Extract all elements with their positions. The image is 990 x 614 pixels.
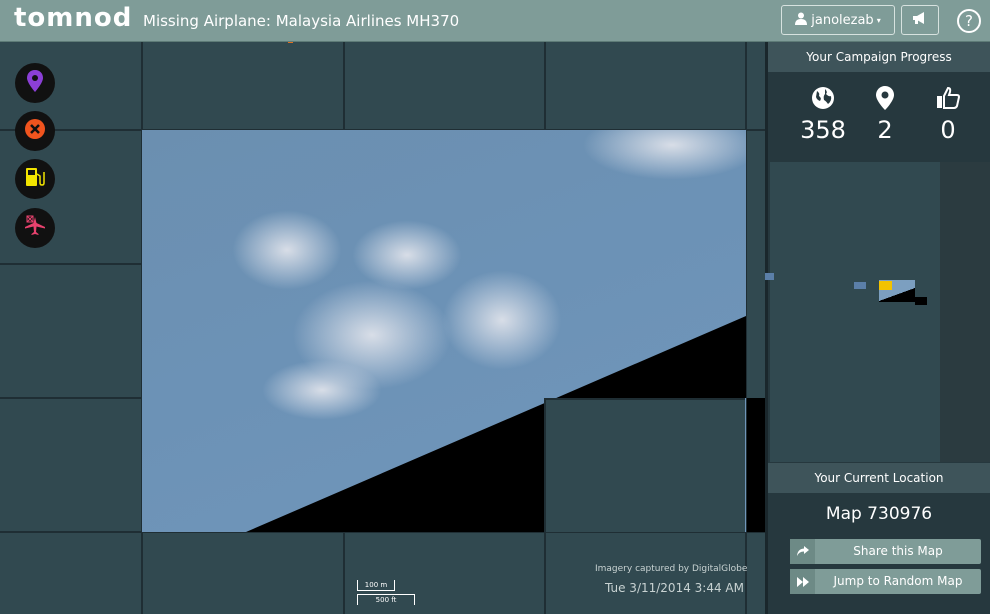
- thumbs-up-icon: [918, 84, 978, 112]
- minimap-current-location: [879, 281, 892, 290]
- tile-gridline: [0, 397, 142, 399]
- close-tool-button[interactable]: [15, 111, 55, 151]
- tile-gridline: [0, 263, 142, 265]
- minimap-shade: [940, 162, 990, 462]
- maps-viewed-count: 358: [800, 116, 846, 144]
- maps-viewed-stat: 358: [793, 84, 853, 144]
- random-map-button[interactable]: Jump to Random Map: [790, 569, 981, 594]
- map-pin-icon: [27, 70, 43, 96]
- megaphone-icon: [912, 11, 928, 29]
- share-map-button[interactable]: Share this Map: [790, 539, 981, 564]
- user-menu-button[interactable]: janolezab ▾: [781, 5, 895, 35]
- airplane-icon: [23, 215, 47, 241]
- empty-tile: [544, 398, 745, 532]
- tile-gridline: [544, 532, 546, 614]
- minimap-tile: [854, 282, 866, 289]
- current-map-id: Map 730976: [825, 504, 933, 524]
- announcements-button[interactable]: [901, 5, 939, 35]
- tags-stat: 2: [855, 84, 915, 144]
- globe-icon: [793, 84, 853, 112]
- fast-forward-icon: [790, 569, 815, 594]
- likes-count: 0: [940, 116, 956, 144]
- campaign-progress-heading: Your Campaign Progress: [768, 42, 990, 72]
- airplane-tool-button[interactable]: [15, 208, 55, 248]
- tile-gridline: [343, 532, 345, 614]
- campaign-minimap[interactable]: [770, 162, 990, 462]
- current-location-heading: Your Current Location: [768, 463, 990, 493]
- fuel-tool-button[interactable]: [15, 159, 55, 199]
- marker-tool-button[interactable]: [15, 63, 55, 103]
- user-icon: [795, 12, 808, 29]
- help-button[interactable]: ?: [957, 9, 981, 33]
- minimap-tile: [915, 297, 927, 305]
- scale-bar-imperial: 500 ft: [357, 594, 415, 605]
- random-map-label: Jump to Random Map: [833, 574, 963, 588]
- tags-count: 2: [877, 116, 893, 144]
- close-icon: [24, 118, 46, 144]
- imagery-credit: Imagery captured by DigitalGlobe: [595, 564, 748, 574]
- map-viewport[interactable]: 100 m 500 ft Imagery captured by Digital…: [0, 42, 765, 614]
- campaign-title: Missing Airplane: Malaysia Airlines MH37…: [143, 12, 460, 30]
- top-bar: tomnod Missing Airplane: Malaysia Airlin…: [0, 0, 990, 42]
- no-data-region: [747, 398, 765, 532]
- tomnod-logo[interactable]: tomnod: [14, 3, 132, 33]
- map-marker-dot: [288, 42, 293, 43]
- share-map-label: Share this Map: [853, 544, 943, 558]
- sidebar-panel: Your Campaign Progress 358 2 0 Your Curr…: [765, 42, 990, 614]
- caret-down-icon: ▾: [876, 15, 881, 25]
- tile-gridline: [544, 42, 546, 130]
- fuel-icon: [25, 166, 45, 192]
- imagery-timestamp: Tue 3/11/2014 3:44 AM: [605, 581, 744, 595]
- username: janolezab: [811, 12, 874, 28]
- likes-stat: 0: [918, 84, 978, 144]
- map-pin-icon: [855, 84, 915, 112]
- minimap-tile: [765, 273, 774, 280]
- tile-gridline: [343, 42, 345, 130]
- share-icon: [790, 539, 815, 564]
- scale-bar-metric: 100 m: [357, 580, 395, 591]
